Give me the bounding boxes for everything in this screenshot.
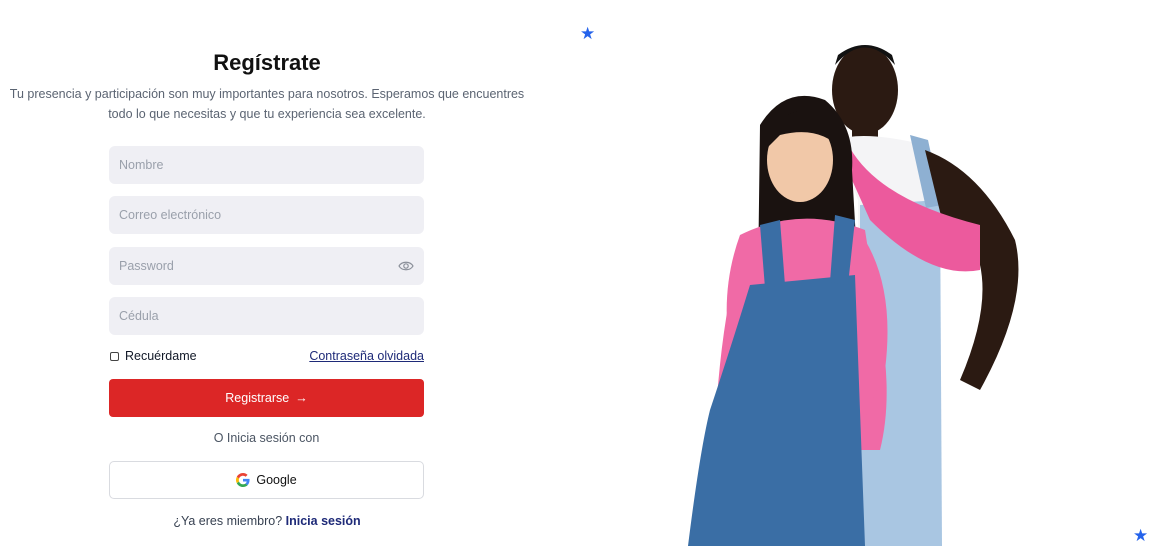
google-login-button[interactable]: Google: [109, 461, 424, 499]
password-field[interactable]: [109, 247, 424, 285]
name-input[interactable]: [109, 146, 424, 184]
already-member-row: ¿Ya eres miembro? Inicia sesión: [0, 514, 534, 528]
eye-icon[interactable]: [398, 259, 414, 273]
subtitle-line-1: Tu presencia y participación son muy imp…: [9, 87, 525, 101]
remember-label: Recuérdame: [125, 349, 197, 363]
arrow-right-icon: →: [295, 391, 308, 405]
register-button-label: Registrarse: [225, 391, 290, 405]
google-button-label: Google: [256, 473, 297, 487]
remember-checkbox[interactable]: [110, 351, 119, 361]
page-subtitle: Tu presencia y participación son muy imp…: [0, 84, 534, 124]
google-logo-icon: [236, 473, 250, 487]
id-number-input[interactable]: [109, 297, 424, 335]
star-icon: ★: [1133, 526, 1149, 545]
already-member-text: ¿Ya eres miembro?: [173, 514, 283, 528]
star-icon: ★: [580, 24, 596, 43]
register-form-area: Regístrate Tu presencia y participación …: [0, 0, 534, 546]
email-input[interactable]: [109, 196, 424, 234]
login-link[interactable]: Inicia sesión: [286, 514, 361, 528]
password-input[interactable]: [109, 247, 424, 285]
email-field[interactable]: [109, 196, 424, 234]
register-button[interactable]: Registrarse →: [109, 379, 424, 417]
page-title: Regístrate: [213, 50, 321, 75]
subtitle-line-2: todo lo que necesitas y que tu experienc…: [108, 107, 426, 121]
couple-photo: [688, 45, 1019, 546]
remember-me[interactable]: Recuérdame: [110, 349, 197, 363]
forgot-password-link[interactable]: Contraseña olvidada: [309, 349, 424, 363]
or-login-with-text: O Inicia sesión con: [213, 431, 320, 445]
id-number-field[interactable]: [109, 297, 424, 335]
name-field[interactable]: [109, 146, 424, 184]
